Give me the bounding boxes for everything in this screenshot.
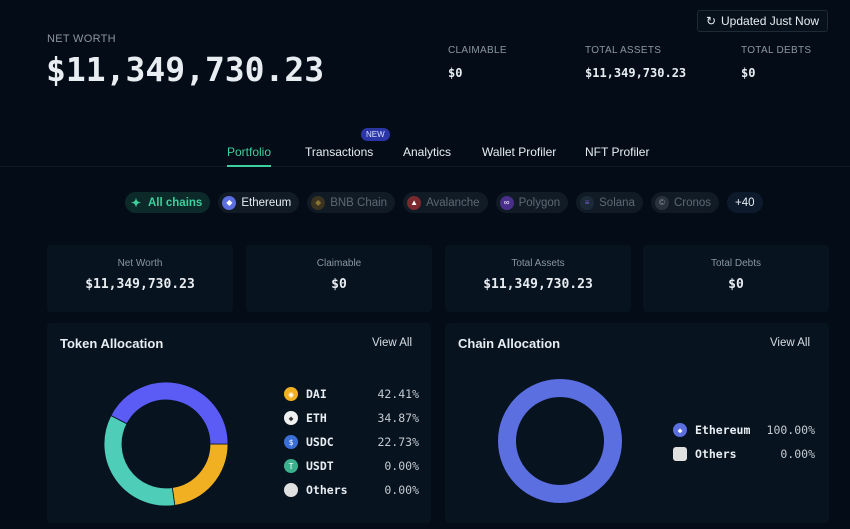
tab-nft-profiler[interactable]: NFT Profiler [585, 145, 649, 159]
chain-allocation-title: Chain Allocation [458, 336, 561, 351]
summary-card-total-assets: Total Assets $11,349,730.23 [445, 245, 631, 312]
summary-card-claimable: Claimable $0 [246, 245, 432, 312]
solana-icon: ≡ [580, 195, 595, 210]
token-view-all-link[interactable]: View All [372, 337, 412, 349]
usdc-icon: $ [284, 435, 298, 449]
new-badge: NEW [361, 128, 390, 141]
tab-wallet-profiler[interactable]: Wallet Profiler [482, 145, 556, 159]
legend-item-ethereum: ◆ Ethereum 100.00% [673, 418, 815, 442]
donut-slice-ethereum[interactable] [498, 379, 622, 503]
tab-transactions[interactable]: Transactions [305, 145, 373, 159]
total-debts-value: $0 [741, 66, 756, 80]
chip-more-chains[interactable]: +40 [727, 192, 763, 213]
legend-item-others: Others 0.00% [673, 442, 815, 466]
chip-avalanche[interactable]: ▲ Avalanche [403, 192, 488, 213]
card-title: Net Worth [117, 258, 163, 269]
refresh-icon: ↻ [705, 14, 716, 28]
avalanche-icon: ▲ [407, 195, 422, 210]
nav-tabs: Portfolio Transactions Analytics Wallet … [0, 137, 850, 167]
others-icon [284, 483, 298, 497]
token-donut-chart [103, 381, 229, 507]
card-value: $0 [728, 277, 744, 292]
donut-slice-usdc[interactable] [171, 443, 229, 506]
summary-card-total-debts: Total Debts $0 [643, 245, 829, 312]
chip-cronos[interactable]: © Cronos [650, 192, 720, 213]
legend-item-dai: ◉ DAI 42.41% [284, 382, 419, 406]
usdt-icon: T [284, 459, 298, 473]
card-title: Total Debts [710, 258, 762, 269]
card-value: $0 [331, 277, 347, 292]
tab-portfolio[interactable]: Portfolio [227, 145, 272, 167]
dai-icon: ◉ [284, 387, 298, 401]
tab-analytics[interactable]: Analytics [403, 145, 451, 159]
chip-solana[interactable]: ≡ Solana [576, 192, 643, 213]
legend-item-usdt: T USDT 0.00% [284, 454, 419, 478]
legend-item-eth: ◆ ETH 34.87% [284, 406, 419, 430]
cronos-icon: © [654, 195, 669, 210]
donut-slice-eth[interactable] [103, 414, 176, 507]
total-assets-value: $11,349,730.23 [585, 66, 687, 80]
summary-card-net-worth: Net Worth $11,349,730.23 [47, 245, 233, 312]
total-debts-label: TOTAL DEBTS [741, 45, 812, 56]
card-title: Claimable [316, 258, 362, 269]
legend-item-usdc: $ USDC 22.73% [284, 430, 419, 454]
chip-ethereum[interactable]: ◆ Ethereum [218, 192, 300, 213]
chain-donut-chart [498, 379, 622, 503]
donut-slice-dai[interactable] [110, 381, 229, 445]
chip-all-chains[interactable]: ✦ All chains [125, 192, 211, 213]
ethereum-icon: ◆ [673, 423, 687, 437]
chain-legend: ◆ Ethereum 100.00% Others 0.00% [673, 418, 815, 466]
net-worth-label: NET WORTH [47, 33, 116, 45]
card-title: Total Assets [511, 258, 565, 269]
sparkle-icon: ✦ [130, 195, 142, 210]
token-legend: ◉ DAI 42.41% ◆ ETH 34.87% $ USDC 22.73% T USDT 0… [284, 382, 419, 502]
card-value: $11,349,730.23 [483, 277, 593, 292]
net-worth-value: $11,349,730.23 [46, 50, 325, 89]
polygon-icon: ∞ [499, 195, 514, 210]
others-icon [673, 447, 687, 461]
chain-allocation-card: Chain Allocation View All ◆ Ethereum 100.0… [445, 323, 829, 523]
chain-view-all-link[interactable]: View All [770, 337, 810, 349]
chain-filter: ✦ All chains ◆ Ethereum ◆ BNB Chain ▲ Avalan… [125, 192, 763, 213]
ethereum-icon: ◆ [222, 195, 237, 210]
chip-bnb-chain[interactable]: ◆ BNB Chain [307, 192, 396, 213]
legend-item-others: Others 0.00% [284, 478, 419, 502]
bnb-icon: ◆ [311, 195, 326, 210]
refresh-button[interactable]: ↻ Updated Just Now [697, 10, 828, 32]
chip-polygon[interactable]: ∞ Polygon [495, 192, 569, 213]
eth-icon: ◆ [284, 411, 298, 425]
token-allocation-card: Token Allocation View All ◉ DAI 42.41% ◆ ET… [47, 323, 431, 523]
claimable-label: CLAIMABLE [448, 45, 507, 56]
token-allocation-title: Token Allocation [60, 336, 164, 351]
card-value: $11,349,730.23 [85, 277, 195, 292]
total-assets-label: TOTAL ASSETS [585, 45, 662, 56]
claimable-value: $0 [448, 66, 463, 80]
